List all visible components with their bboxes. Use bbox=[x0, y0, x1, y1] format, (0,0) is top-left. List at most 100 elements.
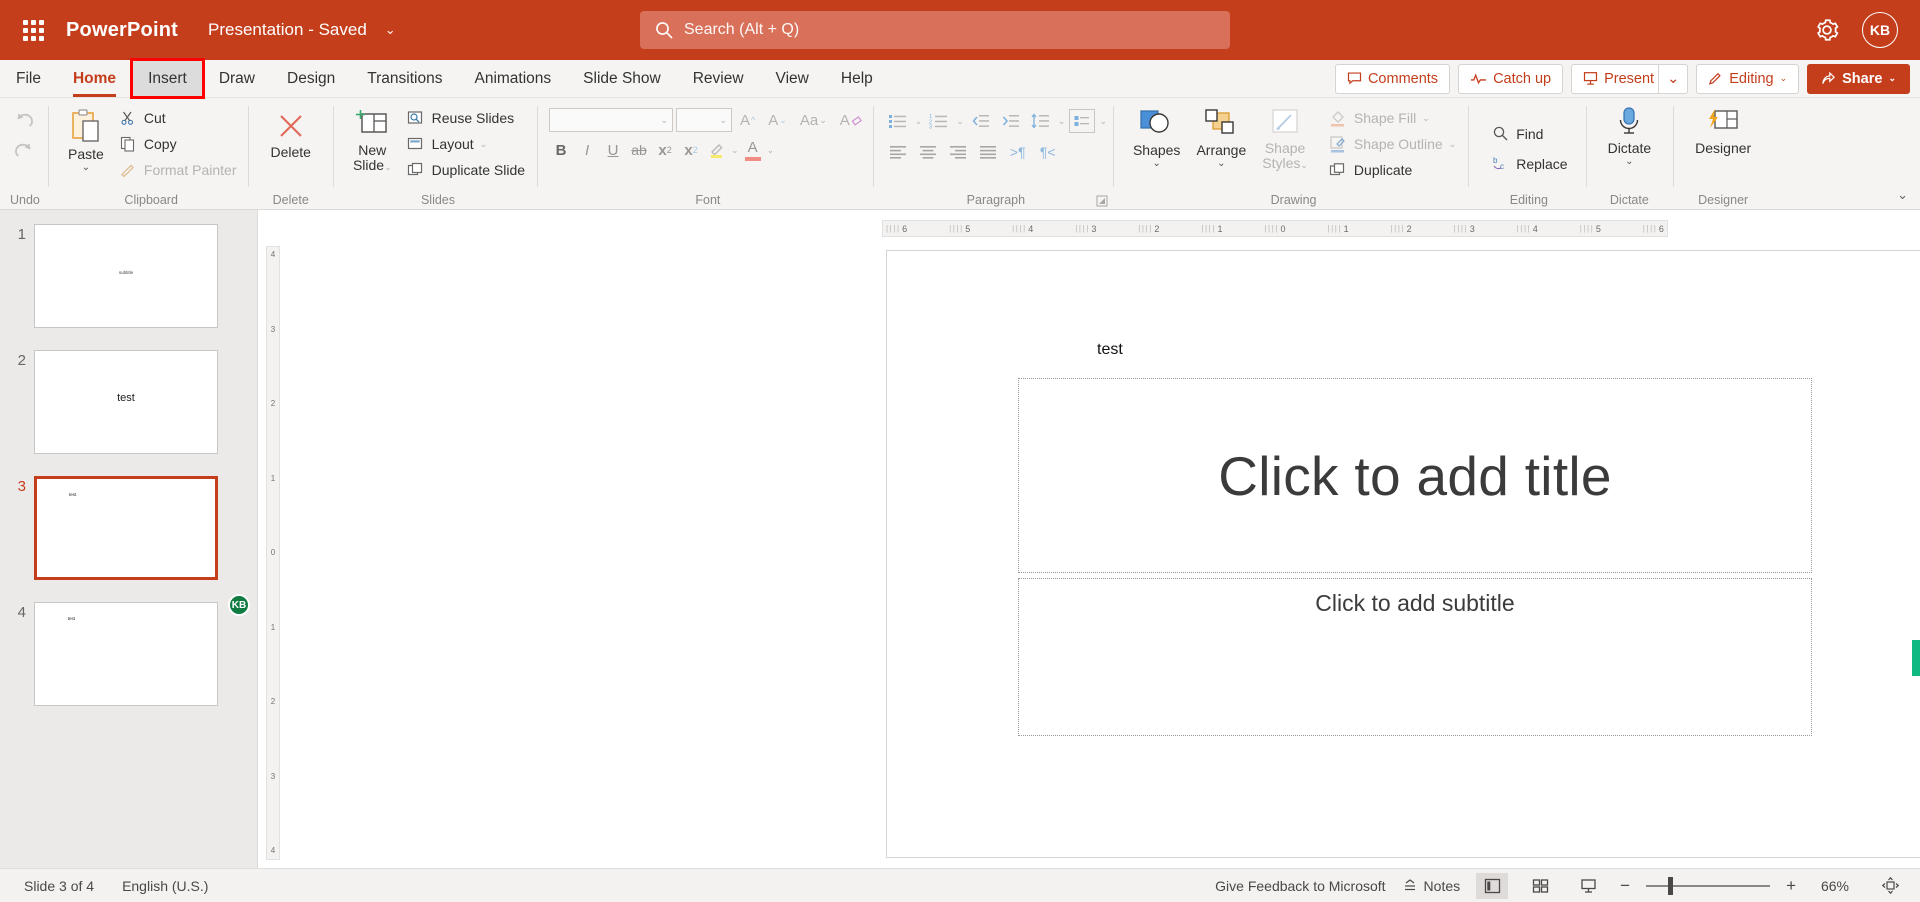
slide-thumbnail-4[interactable]: 4 test KB bbox=[0, 594, 257, 706]
ltr-button[interactable]: >¶ bbox=[1005, 140, 1031, 164]
document-menu-caret-icon[interactable]: ⌄ bbox=[385, 22, 396, 38]
tab-home[interactable]: Home bbox=[57, 60, 132, 97]
shape-outline-button[interactable]: Shape Outline ⌄ bbox=[1322, 132, 1462, 156]
zoom-level-value[interactable]: 66% bbox=[1812, 878, 1858, 894]
redo-arrow-icon[interactable] bbox=[10, 136, 38, 162]
editing-mode-button[interactable]: Editing ⌄ bbox=[1696, 63, 1800, 94]
line-spacing-caret-icon[interactable]: ⌄ bbox=[1058, 116, 1066, 127]
format-painter-button[interactable]: Format Painter bbox=[112, 158, 243, 182]
tab-file[interactable]: File bbox=[0, 60, 57, 97]
text-highlight-button[interactable] bbox=[705, 138, 729, 162]
grow-font-button[interactable]: A ^ bbox=[735, 112, 760, 129]
language-indicator[interactable]: English (U.S.) bbox=[122, 878, 208, 894]
collapse-ribbon-caret-icon[interactable]: ⌄ bbox=[1897, 187, 1908, 203]
tab-view[interactable]: View bbox=[760, 60, 825, 97]
arrange-button[interactable]: Arrange ⌄ bbox=[1188, 102, 1254, 172]
underline-button[interactable]: U bbox=[601, 138, 625, 162]
strikethrough-button[interactable]: ab bbox=[627, 138, 651, 162]
dictate-button[interactable]: Dictate ⌄ bbox=[1600, 102, 1660, 170]
slide-thumbnail-image[interactable]: subtitle bbox=[34, 224, 218, 328]
tab-help[interactable]: Help bbox=[825, 60, 889, 97]
shape-styles-button[interactable]: Shape Styles⌄ bbox=[1254, 102, 1316, 175]
slide-thumbnail-3[interactable]: 3 test bbox=[0, 476, 257, 580]
superscript-button[interactable]: x2 bbox=[679, 138, 703, 162]
gear-icon[interactable] bbox=[1814, 17, 1840, 43]
undo-arrow-icon[interactable] bbox=[10, 106, 38, 132]
notes-button[interactable]: Notes bbox=[1402, 878, 1460, 894]
slide-editing-canvas[interactable]: test Click to add title Click to add sub… bbox=[886, 250, 1920, 858]
normal-view-button[interactable] bbox=[1476, 872, 1509, 899]
zoom-slider[interactable] bbox=[1646, 876, 1771, 896]
search-box[interactable] bbox=[640, 11, 1230, 49]
catch-up-button[interactable]: Catch up bbox=[1458, 63, 1564, 94]
slide-thumbnail-pane[interactable]: 1 subtitle 2 test 3 test 4 test KB bbox=[0, 210, 258, 868]
change-case-button[interactable]: Aa ⌄ bbox=[795, 112, 832, 129]
shapes-button[interactable]: Shapes ⌄ bbox=[1125, 102, 1188, 172]
reuse-slides-button[interactable]: Reuse Slides bbox=[400, 106, 531, 130]
zoom-out-button[interactable]: − bbox=[1620, 876, 1630, 896]
tab-transitions[interactable]: Transitions bbox=[351, 60, 458, 97]
zoom-slider-knob[interactable] bbox=[1668, 876, 1674, 895]
paragraph-dialog-launcher[interactable] bbox=[1095, 194, 1109, 208]
copy-button[interactable]: Copy bbox=[112, 132, 243, 156]
zoom-in-button[interactable]: + bbox=[1786, 876, 1796, 896]
font-size-combobox[interactable]: ⌄ bbox=[676, 108, 733, 132]
font-color-button[interactable]: A bbox=[741, 138, 765, 162]
line-spacing-button[interactable] bbox=[1028, 109, 1054, 133]
bullets-button[interactable] bbox=[885, 109, 911, 133]
font-color-caret-icon[interactable]: ⌄ bbox=[767, 145, 775, 156]
duplicate-slide-button[interactable]: Duplicate Slide bbox=[400, 158, 531, 182]
align-right-button[interactable] bbox=[945, 140, 971, 164]
tab-design[interactable]: Design bbox=[271, 60, 351, 97]
avatar[interactable]: KB bbox=[1862, 12, 1898, 48]
delete-button[interactable]: Delete bbox=[262, 102, 318, 163]
new-slide-button[interactable]: New Slide⌄ bbox=[345, 102, 400, 177]
share-button[interactable]: Share ⌄ bbox=[1807, 63, 1910, 94]
numbering-button[interactable]: 1 2 3 bbox=[926, 109, 952, 133]
text-direction-caret-icon[interactable]: ⌄ bbox=[1099, 116, 1107, 127]
font-name-combobox[interactable]: ⌄ bbox=[549, 108, 674, 132]
align-left-button[interactable] bbox=[885, 140, 911, 164]
slide-text-box[interactable]: test bbox=[1097, 341, 1123, 359]
slide-thumbnail-1[interactable]: 1 subtitle bbox=[0, 224, 257, 328]
slide-thumbnail-image[interactable]: test bbox=[34, 350, 218, 454]
search-input[interactable] bbox=[684, 21, 1216, 39]
align-center-button[interactable] bbox=[915, 140, 941, 164]
numbering-caret-icon[interactable]: ⌄ bbox=[956, 116, 964, 127]
slide-thumbnail-image[interactable]: test bbox=[34, 476, 218, 580]
highlight-caret-icon[interactable]: ⌄ bbox=[731, 145, 739, 156]
replace-button[interactable]: b c Replace bbox=[1484, 150, 1573, 178]
tab-insert[interactable]: Insert bbox=[130, 58, 205, 99]
fit-to-window-button[interactable] bbox=[1874, 873, 1906, 899]
comments-button[interactable]: Comments bbox=[1334, 63, 1451, 94]
decrease-indent-button[interactable] bbox=[968, 109, 994, 133]
title-placeholder[interactable]: Click to add title bbox=[1018, 378, 1812, 573]
tab-review[interactable]: Review bbox=[677, 60, 760, 97]
feedback-link[interactable]: Give Feedback to Microsoft bbox=[1215, 878, 1385, 894]
clear-formatting-button[interactable]: A bbox=[835, 112, 867, 129]
shape-fill-button[interactable]: Shape Fill ⌄ bbox=[1322, 106, 1462, 130]
slide-sorter-button[interactable] bbox=[1524, 873, 1556, 899]
subtitle-placeholder[interactable]: Click to add subtitle bbox=[1018, 578, 1812, 736]
layout-button[interactable]: Layout ⌄ bbox=[400, 132, 531, 156]
slide-thumbnail-2[interactable]: 2 test bbox=[0, 350, 257, 454]
presence-avatar[interactable]: KB bbox=[228, 594, 250, 616]
slide-thumbnail-image[interactable]: test bbox=[34, 602, 218, 706]
reading-view-button[interactable] bbox=[1572, 873, 1604, 899]
tab-animations[interactable]: Animations bbox=[458, 60, 567, 97]
find-button[interactable]: Find bbox=[1484, 120, 1573, 148]
tab-draw[interactable]: Draw bbox=[203, 60, 271, 97]
rtl-button[interactable]: ¶< bbox=[1035, 140, 1061, 164]
present-button[interactable]: Present bbox=[1571, 63, 1659, 94]
cut-button[interactable]: Cut bbox=[112, 106, 243, 130]
designer-button[interactable]: Designer bbox=[1687, 102, 1759, 159]
shrink-font-button[interactable]: A ⌄ bbox=[763, 112, 792, 129]
bold-button[interactable]: B bbox=[549, 138, 573, 162]
increase-indent-button[interactable] bbox=[998, 109, 1024, 133]
subscript-button[interactable]: x2 bbox=[653, 138, 677, 162]
slide-counter[interactable]: Slide 3 of 4 bbox=[24, 878, 94, 894]
paste-button[interactable]: Paste ⌄ bbox=[60, 102, 112, 176]
justify-button[interactable] bbox=[975, 140, 1001, 164]
tab-slide-show[interactable]: Slide Show bbox=[567, 60, 677, 97]
duplicate-button[interactable]: Duplicate bbox=[1322, 158, 1462, 182]
